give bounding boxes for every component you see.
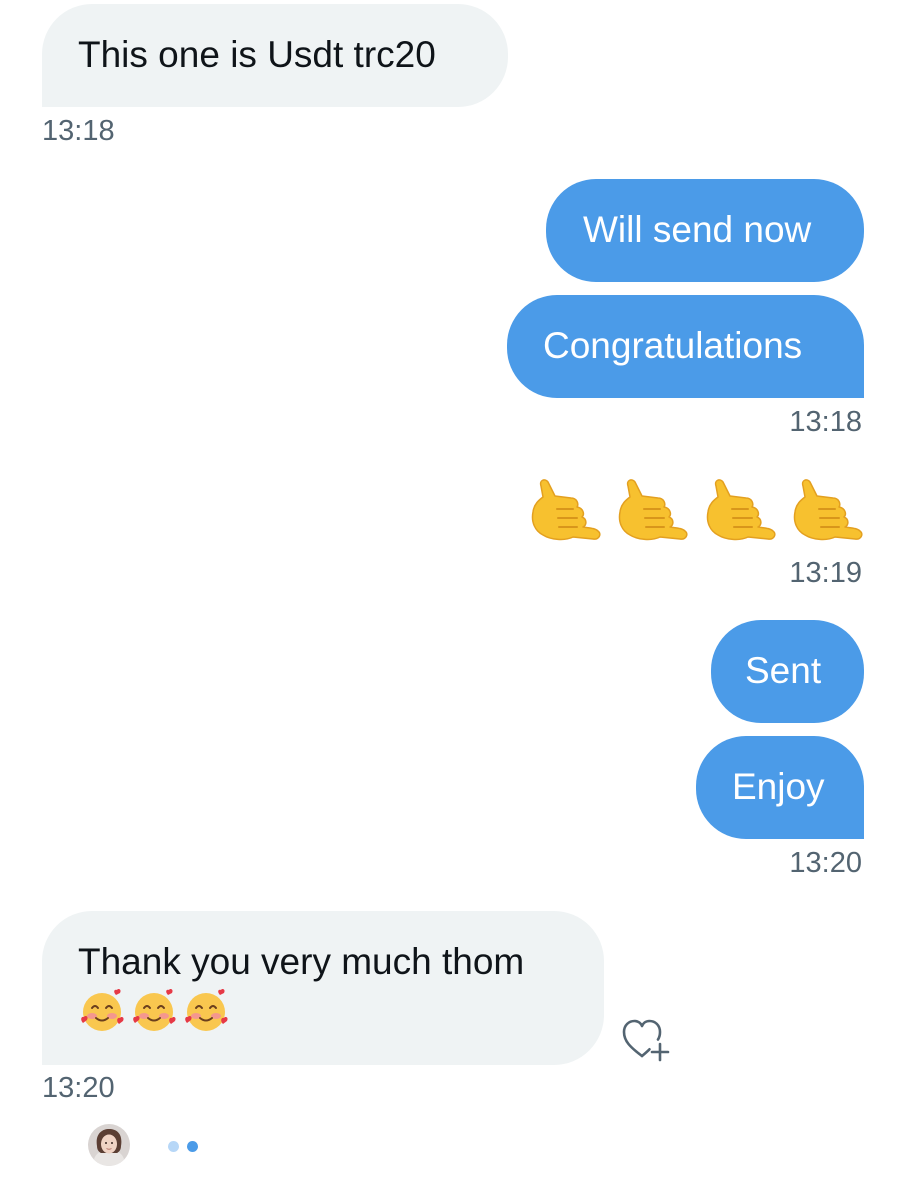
message-text: Enjoy [732, 766, 825, 807]
message-bubble-outgoing[interactable]: Enjoy [696, 736, 864, 839]
call-me-hand-emoji-icon [700, 476, 778, 544]
message-bubble-outgoing[interactable]: Sent [711, 620, 864, 723]
message-bubble-outgoing[interactable]: Congratulations [507, 295, 864, 398]
call-me-hand-emoji-icon [525, 476, 603, 544]
heart-plus-icon[interactable] [620, 1016, 672, 1064]
message-text: Thank you very much thom [78, 941, 525, 982]
message-bubble-incoming[interactable]: Thank you very much thom [42, 911, 604, 1065]
call-me-hand-emoji-icon [612, 476, 690, 544]
typing-dot [168, 1141, 179, 1152]
message-bubble-incoming[interactable]: This one is Usdt trc20 [42, 4, 508, 107]
smiling-face-with-hearts-emoji-icon [78, 989, 126, 1046]
emoji-message[interactable] [525, 470, 865, 550]
smiling-face-with-hearts-emoji-icon [130, 989, 178, 1046]
message-timestamp: 13:20 [789, 847, 862, 879]
typing-indicator [168, 1141, 198, 1152]
message-timestamp: 13:20 [42, 1072, 115, 1104]
call-me-hand-emoji-icon [787, 476, 865, 544]
message-timestamp: 13:18 [789, 406, 862, 438]
message-text: Will send now [583, 209, 812, 250]
smiling-face-with-hearts-emoji-icon [182, 989, 230, 1046]
user-avatar[interactable] [88, 1124, 130, 1166]
message-text: This one is Usdt trc20 [78, 34, 436, 75]
message-text: Congratulations [543, 325, 803, 366]
message-timestamp: 13:19 [789, 557, 862, 589]
message-bubble-outgoing[interactable]: Will send now [546, 179, 864, 282]
typing-dot [187, 1141, 198, 1152]
message-timestamp: 13:18 [42, 115, 115, 147]
message-text: Sent [745, 650, 822, 691]
emoji-group [78, 989, 604, 1046]
